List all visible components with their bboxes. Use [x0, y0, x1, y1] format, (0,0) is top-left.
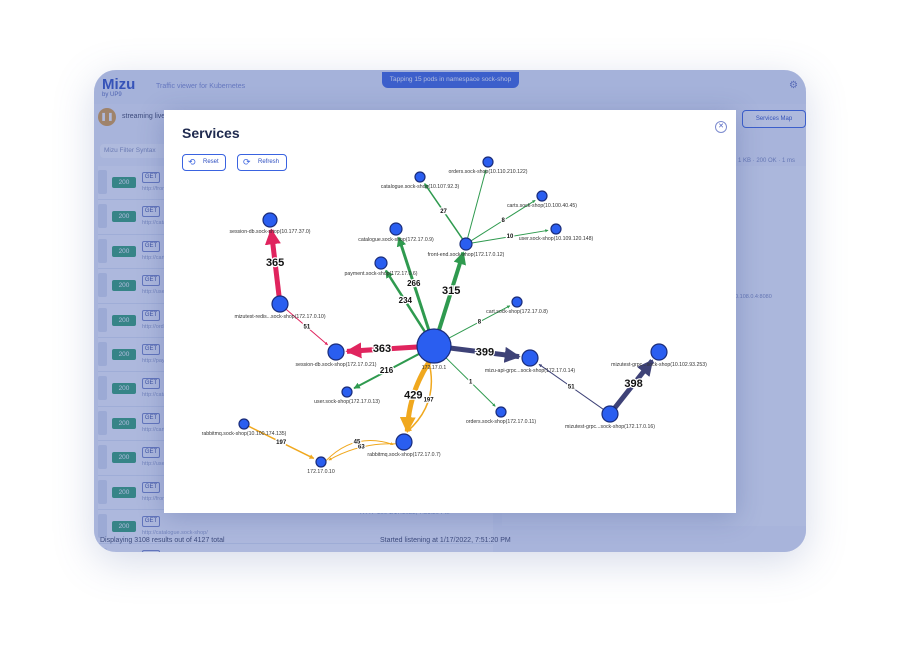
- node-label: rabbitmq.sock-shop(172.17.0.7): [367, 452, 441, 458]
- refresh-button[interactable]: ⟳ Refresh: [237, 154, 287, 171]
- edge-label: 365: [266, 257, 284, 269]
- refresh-icon: ⟳: [243, 157, 251, 167]
- reset-button[interactable]: ⟲ Reset: [182, 154, 226, 171]
- edge-label: 1: [469, 380, 473, 386]
- edge-label: 398: [624, 378, 642, 390]
- edge-label: 216: [380, 366, 394, 375]
- node-label: mizu-api-grpc...sock-shop(172.17.0.14): [485, 368, 576, 374]
- close-icon[interactable]: ✕: [715, 121, 727, 133]
- node-label: orders.sock-shop(10.110.210.122): [449, 169, 528, 175]
- edge-label: 63: [358, 445, 365, 451]
- edge-label: 315: [442, 285, 460, 297]
- service-node[interactable]: [262, 212, 278, 228]
- service-node[interactable]: [315, 456, 327, 468]
- service-node[interactable]: [374, 256, 388, 270]
- node-label: mizutest-redis...sock-shop(172.17.0.10): [234, 314, 325, 320]
- node-label: 172.17.0.10: [307, 469, 335, 475]
- node-label: catalogue.sock-shop(172.17.0.9): [358, 237, 434, 243]
- service-node[interactable]: [416, 328, 452, 364]
- service-node[interactable]: [341, 386, 353, 398]
- node-label: catalogue.sock-shop(10.107.92.3): [381, 184, 460, 190]
- edge-label: 51: [304, 325, 311, 331]
- node-label: cart.sock-shop(172.17.0.8): [486, 309, 548, 315]
- service-node[interactable]: [327, 343, 345, 361]
- service-node[interactable]: [389, 222, 403, 236]
- edge-label: 51: [568, 384, 575, 390]
- node-label: user.sock-shop(10.109.120.148): [519, 236, 594, 242]
- service-node[interactable]: [511, 296, 523, 308]
- service-node[interactable]: [414, 171, 426, 183]
- edge-label: 363: [373, 343, 391, 355]
- service-node[interactable]: [550, 223, 562, 235]
- edge-label: 197: [424, 398, 435, 404]
- reset-label: Reset: [203, 159, 219, 165]
- service-node[interactable]: [238, 418, 250, 430]
- services-modal: 315 266 234 8 399 363 216 429 197 1 27 8 10 365 51 197 6…: [164, 110, 736, 513]
- edge-label: 10: [507, 234, 514, 240]
- node-label: user.sock-shop(172.17.0.13): [314, 399, 380, 405]
- service-node[interactable]: [521, 349, 539, 367]
- edge-label: 234: [399, 296, 413, 305]
- node-label: session-db.sock-shop(172.17.0.21): [295, 362, 376, 368]
- graph-edge[interactable]: [467, 169, 487, 239]
- node-label: mizutest-grpc...sock-shop(172.17.0.16): [565, 424, 655, 430]
- service-node[interactable]: [601, 405, 619, 423]
- refresh-label: Refresh: [258, 159, 280, 165]
- edge-label: 197: [276, 440, 287, 446]
- service-node[interactable]: [495, 406, 507, 418]
- edge-label: 399: [476, 346, 494, 358]
- edge-label: 27: [440, 209, 447, 215]
- node-label: mizutest-grpc...sock-shop(10.102.93.253): [611, 362, 707, 368]
- service-node[interactable]: [459, 237, 473, 251]
- stage: Mizu by UP9 Traffic viewer for Kubernete…: [0, 0, 900, 670]
- edge-label: 8: [478, 319, 482, 325]
- service-node[interactable]: [482, 156, 494, 168]
- node-label: front-end.sock-shop(172.17.0.12): [428, 252, 505, 258]
- node-label: orders.sock-shop(172.17.0.11): [466, 419, 537, 425]
- edge-label: 266: [407, 279, 421, 288]
- node-label: 172.17.0.1: [422, 365, 447, 371]
- service-node[interactable]: [271, 295, 289, 313]
- service-node[interactable]: [395, 433, 413, 451]
- edge-label: 45: [354, 440, 361, 446]
- node-label: payment.sock-shop(172.17.0.6): [345, 271, 418, 277]
- edge-label: 429: [404, 389, 422, 401]
- node-label: rabbitmq.sock-shop(10.100.174.135): [202, 431, 287, 437]
- node-label: session-db.sock-shop(10.177.37.0): [229, 229, 310, 235]
- service-node[interactable]: [536, 190, 548, 202]
- service-node[interactable]: [650, 343, 668, 361]
- node-label: carts.sock-shop(10.100.40.45): [507, 203, 577, 209]
- reset-icon: ⟲: [188, 157, 196, 167]
- modal-title: Services: [182, 125, 240, 141]
